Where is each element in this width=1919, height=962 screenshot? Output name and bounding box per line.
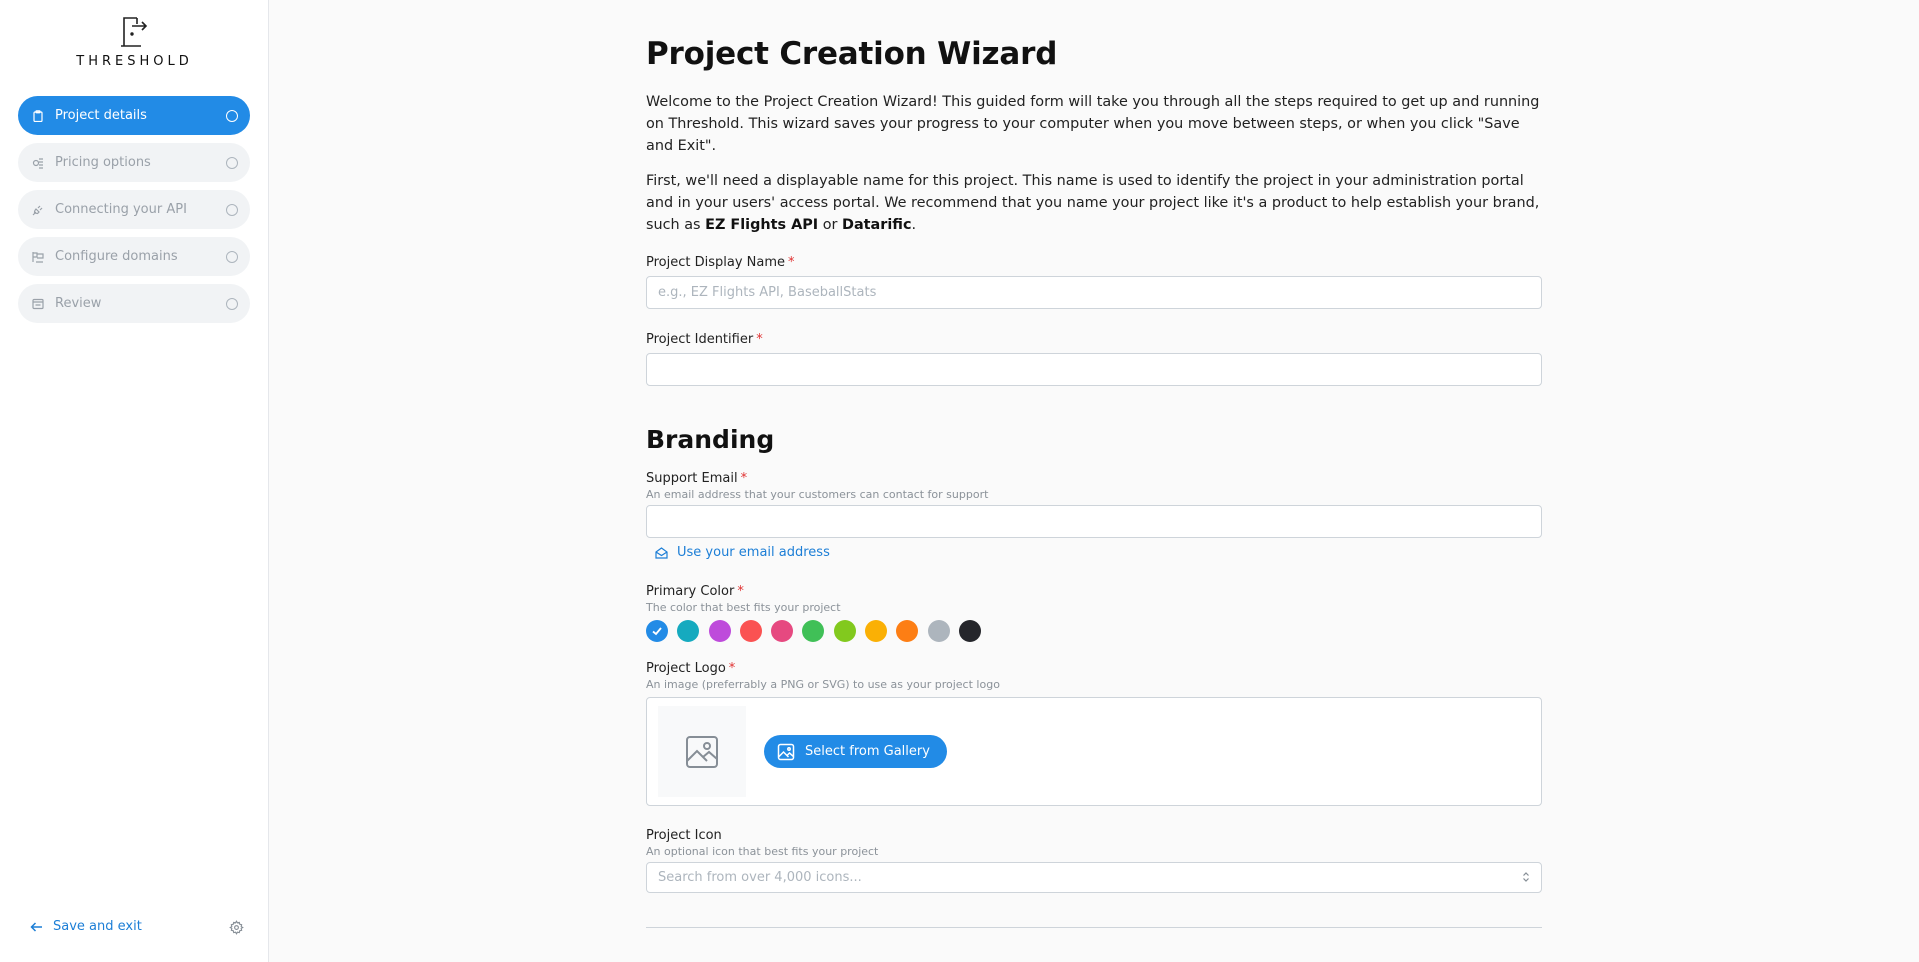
support-email-label: Support Email * xyxy=(646,470,1542,488)
identifier-input-box xyxy=(646,353,1542,386)
color-swatches xyxy=(646,620,1542,642)
coins-icon xyxy=(32,157,44,169)
label-text: Primary Color xyxy=(646,584,735,599)
identifier-field: Project Identifier * xyxy=(646,331,1542,386)
settings-gear-icon[interactable] xyxy=(229,920,244,939)
step-label: Review xyxy=(55,296,102,311)
support-email-input-box xyxy=(646,505,1542,538)
required-asterisk: * xyxy=(756,332,763,347)
support-email-description: An email address that your customers can… xyxy=(646,488,989,501)
color-swatch[interactable] xyxy=(865,620,888,642)
label-text: Project Identifier xyxy=(646,332,754,347)
primary-color-label: Primary Color * xyxy=(646,583,1542,601)
step-label: Pricing options xyxy=(55,155,151,170)
select-from-gallery-button[interactable]: Select from Gallery xyxy=(764,735,947,768)
color-swatch[interactable] xyxy=(896,620,919,642)
color-swatch[interactable] xyxy=(739,620,762,642)
clipboard-icon xyxy=(32,109,44,122)
display-name-field: Project Display Name * xyxy=(646,254,1542,309)
brand-logo: THRESHOLD xyxy=(0,16,269,69)
wizard-steps: Project details Pricing options Connecti… xyxy=(18,96,250,331)
world-icon xyxy=(32,251,44,263)
step-pricing-options[interactable]: Pricing options xyxy=(18,143,250,182)
project-icon-placeholder: Search from over 4,000 icons... xyxy=(658,870,862,885)
arrow-left-icon xyxy=(30,921,42,932)
list-check-icon xyxy=(32,298,44,310)
use-email-label: Use your email address xyxy=(677,545,830,560)
chevron-up-down-icon xyxy=(1522,871,1530,884)
support-email-input[interactable] xyxy=(658,514,1530,529)
wizard-main: Project Creation Wizard Welcome to the P… xyxy=(646,36,1542,893)
intro-paragraph-name: First, we'll need a displayable name for… xyxy=(646,170,1542,236)
project-icon-select[interactable]: Search from over 4,000 icons... xyxy=(646,862,1542,893)
door-exit-icon xyxy=(120,17,147,47)
check-icon xyxy=(652,627,662,636)
color-swatch[interactable] xyxy=(927,620,950,642)
page-title: Project Creation Wizard xyxy=(646,36,1058,72)
color-swatch[interactable] xyxy=(771,620,794,642)
display-name-input-box xyxy=(646,276,1542,309)
intro-text: . xyxy=(911,217,917,233)
example-name-1: EZ Flights API xyxy=(705,217,819,233)
support-email-field: Support Email * An email address that you… xyxy=(646,470,1542,560)
logo-upload-box: Select from Gallery xyxy=(646,697,1542,806)
mail-opened-icon xyxy=(655,546,668,559)
primary-color-description: The color that best fits your project xyxy=(646,601,841,614)
step-status-circle xyxy=(226,297,238,310)
primary-color-field: Primary Color * The color that best fits … xyxy=(646,583,1542,642)
step-status-circle xyxy=(226,109,238,122)
display-name-label: Project Display Name * xyxy=(646,254,1542,272)
step-connecting-api[interactable]: Connecting your API xyxy=(18,190,250,229)
identifier-label: Project Identifier * xyxy=(646,331,1542,349)
step-review[interactable]: Review xyxy=(18,284,250,323)
gallery-button-label: Select from Gallery xyxy=(805,744,930,759)
example-name-2: Datarific xyxy=(842,217,912,233)
project-icon-label: Project Icon xyxy=(646,828,722,843)
photo-icon xyxy=(777,743,795,760)
save-and-exit-label: Save and exit xyxy=(53,919,142,934)
section-divider xyxy=(646,927,1542,928)
required-asterisk: * xyxy=(740,471,748,486)
plug-icon xyxy=(32,204,44,216)
color-swatch[interactable] xyxy=(646,620,668,642)
step-status-circle xyxy=(226,203,238,216)
project-logo-field: Project Logo * An image (preferrably a PN… xyxy=(646,660,1542,806)
required-asterisk: * xyxy=(788,255,795,270)
required-asterisk: * xyxy=(728,661,736,676)
project-icon-field: Project Icon An optional icon that best … xyxy=(646,827,1542,893)
sidebar: THRESHOLD Project details Pricing option… xyxy=(0,0,269,962)
use-your-email-link[interactable]: Use your email address xyxy=(655,545,1542,560)
color-swatch[interactable] xyxy=(677,620,700,642)
image-placeholder-icon xyxy=(686,735,718,768)
color-swatch[interactable] xyxy=(833,620,856,642)
project-logo-label: Project Logo * xyxy=(646,660,1542,678)
save-and-exit-link[interactable]: Save and exit xyxy=(30,919,142,934)
step-project-details[interactable]: Project details xyxy=(18,96,250,135)
branding-heading: Branding xyxy=(646,425,775,454)
project-logo-description: An image (preferrably a PNG or SVG) to u… xyxy=(646,678,1000,691)
step-status-circle xyxy=(226,156,238,169)
step-label: Project details xyxy=(55,108,147,123)
step-label: Configure domains xyxy=(55,249,178,264)
step-status-circle xyxy=(226,250,238,263)
display-name-input[interactable] xyxy=(658,285,1530,300)
color-swatch[interactable] xyxy=(802,620,825,642)
step-configure-domains[interactable]: Configure domains xyxy=(18,237,250,276)
identifier-input[interactable] xyxy=(658,362,1530,377)
label-text: Project Logo xyxy=(646,661,726,676)
brand-name: THRESHOLD xyxy=(76,54,193,69)
label-text: Project Display Name xyxy=(646,255,786,270)
project-icon-description: An optional icon that best fits your pro… xyxy=(646,845,879,858)
step-label: Connecting your API xyxy=(55,202,187,217)
intro-text: or xyxy=(818,217,843,233)
label-text: Support Email xyxy=(646,471,738,486)
intro-paragraph: Welcome to the Project Creation Wizard! … xyxy=(646,94,1540,154)
required-asterisk: * xyxy=(737,584,744,599)
logo-placeholder xyxy=(658,706,746,797)
color-swatch[interactable] xyxy=(708,620,731,642)
color-swatch[interactable] xyxy=(958,620,981,642)
